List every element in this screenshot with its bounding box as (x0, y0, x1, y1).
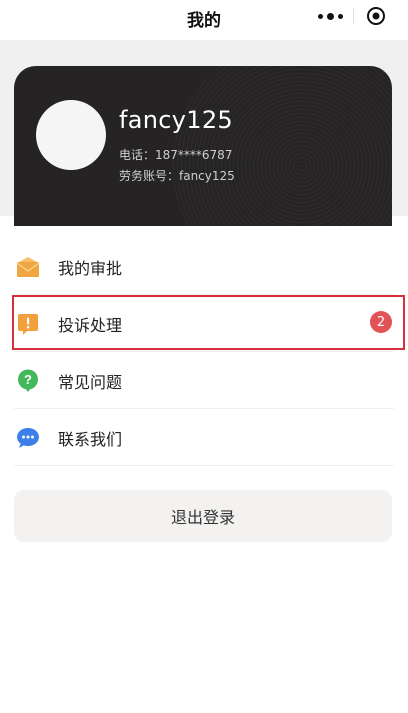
menu-item-complaint[interactable]: 投诉处理 2 (0, 295, 408, 352)
menu-item-label: 常见问题 (58, 372, 123, 392)
logout-button[interactable]: 退出登录 (14, 490, 392, 542)
close-mini-program-button[interactable] (356, 4, 396, 28)
exclamation-icon (16, 312, 40, 336)
dot-icon (317, 13, 323, 19)
profile-card: fancy125 电话：187****6787 劳务账号：fancy125 (14, 66, 392, 226)
dot-icon (326, 12, 334, 20)
capsule-divider (352, 8, 354, 24)
menu-item-approval[interactable]: 我的审批 (0, 238, 408, 295)
notification-badge: 2 (370, 311, 392, 333)
nav-bar: 我的 (0, 0, 408, 40)
username: fancy125 (119, 106, 233, 134)
avatar[interactable] (36, 100, 106, 170)
account-text: 劳务账号：fancy125 (119, 169, 235, 183)
target-icon (367, 7, 385, 25)
menu-list: 我的审批 投诉处理 2 ? 常见问题 联系我们 (0, 238, 408, 466)
envelope-icon (16, 255, 40, 279)
menu-item-contact[interactable]: 联系我们 (0, 409, 408, 466)
menu-item-label: 联系我们 (58, 429, 123, 449)
question-icon: ? (16, 369, 40, 393)
menu-item-label: 我的审批 (58, 258, 123, 278)
profile-section: fancy125 电话：187****6787 劳务账号：fancy125 (0, 40, 408, 226)
mini-program-capsule (310, 4, 396, 28)
more-button[interactable] (310, 4, 350, 28)
svg-text:?: ? (24, 372, 32, 387)
phone-text: 电话：187****6787 (119, 148, 233, 162)
menu-divider (14, 465, 394, 466)
chat-bubble-icon (16, 426, 40, 450)
menu-item-label: 投诉处理 (58, 315, 123, 335)
menu-item-faq[interactable]: ? 常见问题 (0, 352, 408, 409)
dot-icon (337, 13, 343, 19)
